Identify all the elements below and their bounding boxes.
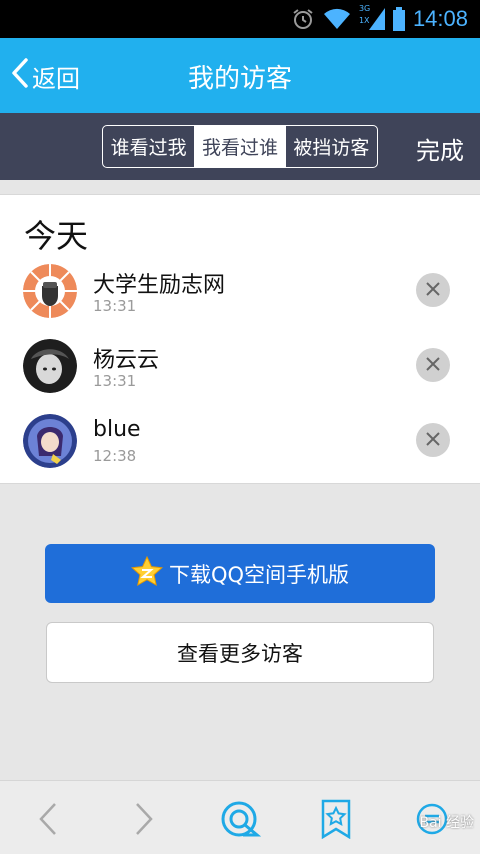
signal-icon: 3G 1X xyxy=(358,4,385,30)
visitor-name: 大学生励志网 xyxy=(93,273,226,298)
list-item[interactable]: blue 12:38 xyxy=(0,409,480,484)
tab-bar: 谁看过我 我看过谁 被挡访客 完成 xyxy=(0,113,480,180)
download-app-button[interactable]: 下载QQ空间手机版 xyxy=(45,544,435,603)
network-type: 3G xyxy=(358,4,371,13)
avatar xyxy=(23,414,77,468)
qzone-star-icon xyxy=(130,555,169,591)
qq-browser-icon[interactable] xyxy=(218,797,262,841)
bookmark-star-icon[interactable] xyxy=(314,797,358,841)
visit-time: 13:31 xyxy=(93,372,137,390)
wifi-icon xyxy=(323,8,351,30)
close-icon xyxy=(426,356,440,375)
bottom-nav: Bai 经验 xyxy=(0,780,480,854)
back-arrow-icon[interactable] xyxy=(26,797,70,841)
battery-icon xyxy=(392,7,405,31)
section-title: 今天 xyxy=(24,217,89,255)
network-sub: 1X xyxy=(358,16,370,25)
segmented-control: 谁看过我 我看过谁 被挡访客 xyxy=(102,125,378,168)
visitor-name: blue xyxy=(93,417,141,442)
delete-visitor-button[interactable] xyxy=(416,423,450,457)
tab-who-viewed-me[interactable]: 谁看过我 xyxy=(103,126,194,167)
alarm-icon xyxy=(291,7,315,31)
forward-arrow-icon[interactable] xyxy=(122,797,166,841)
page-title: 我的访客 xyxy=(187,64,292,94)
visitor-name: 杨云云 xyxy=(93,348,160,373)
done-button[interactable]: 完成 xyxy=(416,131,464,166)
more-visitors-button[interactable]: 查看更多访客 xyxy=(46,622,434,683)
avatar xyxy=(23,339,77,393)
visit-time: 12:38 xyxy=(93,447,137,465)
status-icons: 3G 1X 14:08 xyxy=(291,4,468,34)
status-bar: 3G 1X 14:08 xyxy=(0,0,480,38)
visitor-list: 今天 大学生励志网 13:31 杨云云 13:31 blue 12:38 xyxy=(0,194,480,484)
download-label: 下载QQ空间手机版 xyxy=(168,562,350,587)
avatar xyxy=(23,264,77,318)
delete-visitor-button[interactable] xyxy=(416,273,450,307)
title-bar: 返回 我的访客 xyxy=(0,38,480,113)
tab-blocked-visitors[interactable]: 被挡访客 xyxy=(286,126,377,167)
visit-time: 13:31 xyxy=(93,297,137,315)
watermark: Bai 经验 xyxy=(419,815,474,831)
tab-who-i-viewed[interactable]: 我看过谁 xyxy=(194,126,286,167)
list-item[interactable]: 杨云云 13:31 xyxy=(0,334,480,409)
delete-visitor-button[interactable] xyxy=(416,348,450,382)
list-item[interactable]: 大学生励志网 13:31 xyxy=(0,259,480,334)
close-icon xyxy=(426,431,440,450)
close-icon xyxy=(426,281,440,300)
status-time: 14:08 xyxy=(412,6,468,31)
